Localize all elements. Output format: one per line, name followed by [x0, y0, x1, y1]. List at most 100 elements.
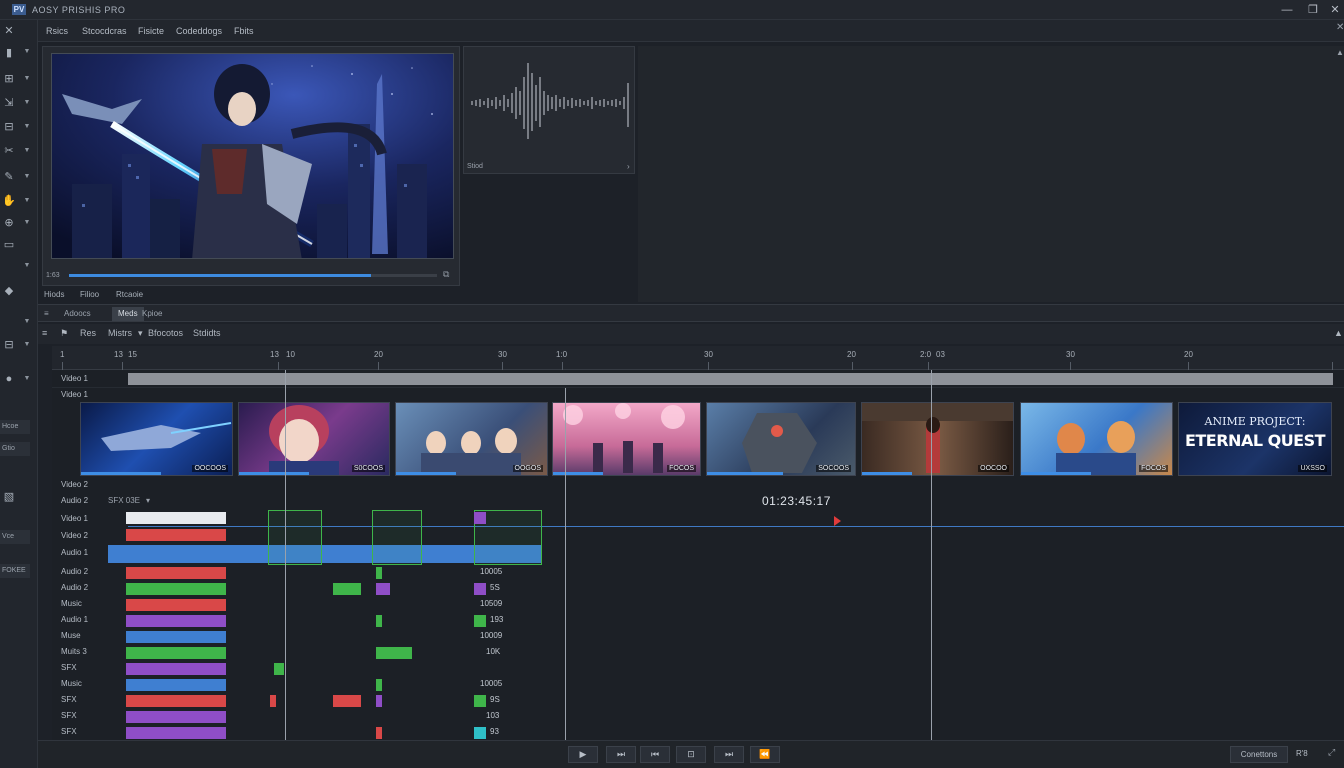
pen-tool-icon[interactable]: ✎	[2, 170, 16, 184]
thumbnail-clip[interactable]: FOCOS	[552, 402, 701, 476]
clip[interactable]	[474, 583, 486, 595]
chevron-down-icon[interactable]: ▼	[22, 99, 32, 106]
side-label-vce[interactable]: Vce	[0, 530, 30, 544]
thumbnail-clip[interactable]: OOCOOS	[80, 402, 233, 476]
clip[interactable]	[474, 695, 486, 707]
clip[interactable]	[474, 512, 486, 524]
toolbar-mistrs[interactable]: Mistrs	[108, 328, 132, 338]
audio-clip[interactable]	[126, 631, 226, 643]
chevron-down-icon[interactable]: ▼	[22, 219, 32, 226]
type-tool-icon[interactable]: ▭	[2, 238, 16, 252]
toolbar-res[interactable]: Res	[80, 328, 96, 338]
tab-filioo[interactable]: Filioo	[80, 290, 99, 299]
menu-item-fisicte[interactable]: Fisicte	[132, 24, 170, 39]
play-button[interactable]: ▶	[568, 746, 598, 763]
clip[interactable]	[274, 663, 284, 675]
timeline-ruler[interactable]: 1 13 15 13 10 20 30 1:0 30 20 2:0 03 30 …	[52, 346, 1344, 370]
toolbar-bfocotos[interactable]: Bfocotos	[148, 328, 183, 338]
close-icon[interactable]: ✕	[1336, 22, 1344, 33]
tab-kpioe[interactable]: Kpioe	[136, 307, 168, 321]
step-back-button[interactable]: ⏮	[640, 746, 670, 763]
minimize-button[interactable]: —	[1280, 3, 1294, 17]
close-button[interactable]: ✕	[1328, 3, 1342, 17]
step-forward-button[interactable]: ⏭	[606, 746, 636, 763]
thumbnail-clip[interactable]: S0COOS	[238, 402, 390, 476]
chevron-down-icon[interactable]: ▼	[22, 123, 32, 130]
clip[interactable]	[376, 567, 382, 579]
close-icon[interactable]: ✕	[2, 24, 16, 38]
selection-tool-icon[interactable]: ▮	[2, 46, 16, 60]
marker-line[interactable]	[565, 388, 566, 740]
next-edit-button[interactable]: ⏭	[714, 746, 744, 763]
chevron-up-icon[interactable]: ▲	[1334, 328, 1343, 338]
menu-item-fbits[interactable]: Fbits	[228, 24, 260, 39]
hand-tool-icon[interactable]: ✋	[2, 194, 16, 208]
side-label-gtio[interactable]: Gtio	[0, 442, 30, 456]
chevron-down-icon[interactable]: ▾	[138, 328, 143, 339]
scrub-bar[interactable]	[69, 274, 437, 277]
viewer-frame[interactable]	[51, 53, 454, 259]
chevron-down-icon[interactable]: ▼	[22, 318, 32, 325]
clip-group[interactable]	[268, 510, 322, 565]
thumbnail-clip[interactable]: FOCOS	[1020, 402, 1173, 476]
side-label-fokee[interactable]: FOKEE	[0, 564, 30, 578]
menu-item-rsics[interactable]: Rsics	[40, 24, 74, 39]
video-clip[interactable]	[126, 512, 226, 524]
timeline-menu-icon[interactable]: ≡	[42, 328, 47, 338]
clip[interactable]	[376, 695, 382, 707]
clip[interactable]	[270, 695, 276, 707]
audio-clip[interactable]	[126, 615, 226, 627]
audio-clip[interactable]	[126, 599, 226, 611]
clip[interactable]	[333, 695, 361, 707]
thumbnail-clip[interactable]: OOGOS	[395, 402, 548, 476]
audio-clip[interactable]	[126, 583, 226, 595]
audio-clip[interactable]	[126, 727, 226, 739]
audio-clip[interactable]	[126, 647, 226, 659]
playhead-line[interactable]	[931, 370, 932, 740]
title-card-clip[interactable]: ANIME PROJECT: ETERNAL QUEST UXSSO	[1178, 402, 1332, 476]
maximize-button[interactable]: ❐	[1306, 3, 1320, 17]
audio-clip[interactable]	[126, 695, 226, 707]
tab-hiods[interactable]: Hiods	[44, 290, 64, 299]
clip[interactable]	[376, 615, 382, 627]
thumbnail-clip[interactable]: SOCOOS	[706, 402, 856, 476]
snap-icon[interactable]: ▧	[2, 490, 16, 504]
chevron-down-icon[interactable]: ▼	[22, 197, 32, 204]
thumbnail-clip[interactable]: OOCOO	[861, 402, 1014, 476]
resize-icon[interactable]: ⤢	[1328, 747, 1335, 758]
tab-rtcaoie[interactable]: Rtcaoie	[116, 290, 143, 299]
clip[interactable]	[376, 647, 412, 659]
marker-tool-icon[interactable]: ●	[2, 372, 16, 386]
audio-clip[interactable]	[126, 679, 226, 691]
toolbar-stdidts[interactable]: Stdidts	[193, 328, 221, 338]
chevron-down-icon[interactable]: ▾	[146, 496, 150, 505]
chevron-down-icon[interactable]: ▼	[22, 147, 32, 154]
chevron-down-icon[interactable]: ▼	[22, 262, 32, 269]
rate-tool-icon[interactable]: ⊟	[2, 120, 16, 134]
side-label-hcoe[interactable]: Hcoe	[0, 420, 30, 434]
audio-clip[interactable]	[126, 711, 226, 723]
menu-item-codeddogs[interactable]: Codeddogs	[170, 24, 228, 39]
clip[interactable]	[376, 727, 382, 739]
ripple-tool-icon[interactable]: ⇲	[2, 96, 16, 110]
clip[interactable]	[474, 727, 486, 739]
audio-clip[interactable]	[126, 567, 226, 579]
clip[interactable]	[376, 679, 382, 691]
drop-tool-icon[interactable]: ◆	[2, 284, 16, 298]
clip-group[interactable]	[372, 510, 422, 565]
export-frame-icon[interactable]: ⧉	[443, 269, 449, 280]
chevron-down-icon[interactable]: ▼	[22, 375, 32, 382]
razor-tool-icon[interactable]: ✂	[2, 144, 16, 158]
chevron-up-icon[interactable]: ▲	[1336, 48, 1344, 57]
panel-menu-icon[interactable]: ≡	[38, 307, 55, 321]
chevron-down-icon[interactable]: ▼	[22, 48, 32, 55]
menu-item-stcocdcras[interactable]: Stcocdcras	[76, 24, 133, 39]
timeline-flag-icon[interactable]: ⚑	[60, 328, 68, 339]
chevron-right-icon[interactable]: ›	[627, 162, 630, 171]
grid-tool-icon[interactable]: ⊞	[2, 72, 16, 86]
video-track-bar[interactable]	[128, 373, 1333, 385]
chevron-down-icon[interactable]: ▼	[22, 75, 32, 82]
connections-button[interactable]: Conettons	[1230, 746, 1288, 763]
clip[interactable]	[333, 583, 361, 595]
chevron-down-icon[interactable]: ▼	[22, 341, 32, 348]
